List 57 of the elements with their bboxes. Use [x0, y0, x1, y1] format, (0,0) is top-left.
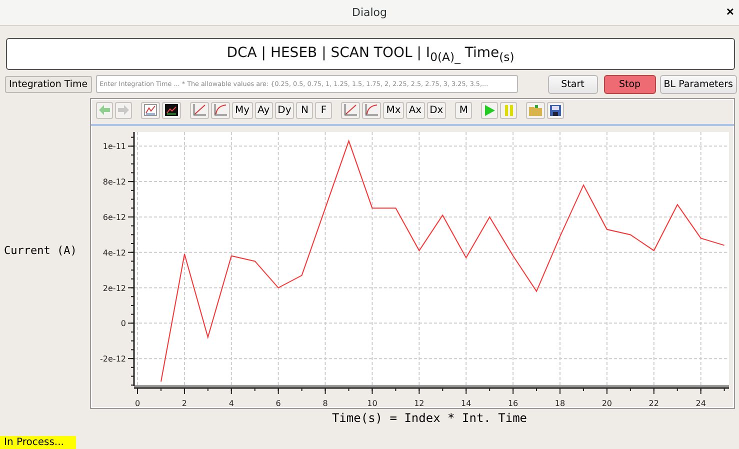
- linear-curve-icon: [344, 104, 358, 116]
- integration-time-label: Integration Time: [5, 76, 92, 93]
- toolbar-button[interactable]: Mx: [383, 102, 404, 118]
- x-tick-label: 12: [414, 399, 424, 408]
- x-axis-title: Time(s) = Index * Int. Time: [332, 411, 528, 425]
- log-curve-icon: [214, 104, 227, 116]
- x-tick-label: 16: [508, 399, 518, 408]
- toolbar-button[interactable]: Ax: [406, 102, 425, 118]
- action-button[interactable]: BL Parameters: [660, 74, 737, 94]
- x-tick-label: 22: [648, 399, 659, 408]
- right-arrow-icon: [118, 105, 129, 115]
- y-tick-label: 8e-12: [102, 178, 126, 187]
- x-tick-label: 8: [322, 399, 328, 408]
- linear-scale-button[interactable]: [341, 102, 360, 118]
- y-tick-label: 1e-11: [102, 142, 126, 152]
- toolbar-button[interactable]: Dy: [274, 102, 294, 118]
- header-title: DCA | HESEB | SCAN TOOL | I$_{0(A)_}$ Time$_{(s)}$: [226, 44, 514, 64]
- dark-chart-icon: [165, 104, 178, 116]
- dark-plot-button[interactable]: [162, 102, 181, 118]
- x-tick-label: 20: [602, 399, 612, 408]
- toolbar-button[interactable]: N: [296, 102, 314, 118]
- x-tick-label: 4: [228, 399, 234, 408]
- action-button[interactable]: Start: [548, 74, 598, 94]
- toolbar-button[interactable]: Dx: [426, 102, 446, 118]
- toolbar-button[interactable]: My: [232, 102, 253, 118]
- play-icon: [484, 104, 495, 116]
- x-tick-label: 18: [554, 399, 566, 408]
- y-tick-label: 2e-12: [102, 284, 126, 293]
- pause-icon: [504, 104, 513, 116]
- log-scale-button[interactable]: [362, 102, 382, 118]
- toolbar-button[interactable]: M: [455, 102, 472, 118]
- window-title: Dialog: [352, 6, 388, 19]
- x-tick-label: 10: [367, 399, 378, 408]
- left-arrow-icon: [99, 105, 110, 115]
- y-tick-label: 0: [120, 319, 126, 328]
- save-button[interactable]: [547, 102, 564, 118]
- linear-curve-icon: [193, 104, 206, 116]
- x-tick-label: 0: [134, 399, 140, 408]
- log-curve-icon: [365, 104, 378, 116]
- x-tick-label: 6: [276, 399, 281, 408]
- action-button[interactable]: Stop: [604, 74, 656, 94]
- y-axis-title: Current (A): [3, 243, 78, 259]
- linear-scale-button[interactable]: [190, 102, 209, 118]
- y-tick-label: 6e-12: [102, 212, 126, 222]
- log-scale-button[interactable]: [211, 102, 230, 118]
- folder-icon: [529, 104, 542, 116]
- toolbar-button[interactable]: Ay: [254, 102, 273, 118]
- close-button[interactable]: ×: [724, 4, 736, 19]
- status-text: In Process...: [0, 436, 76, 449]
- chart-icon: [144, 104, 157, 116]
- toolbar-button[interactable]: F: [315, 102, 332, 118]
- y-tick-label: -2e-12: [100, 354, 126, 364]
- y-tick-label: 4e-12: [102, 248, 126, 258]
- x-tick-label: 2: [182, 399, 187, 408]
- x-tick-label: 14: [461, 399, 472, 408]
- plot-button[interactable]: [141, 102, 160, 118]
- x-tick-label: 24: [696, 399, 706, 408]
